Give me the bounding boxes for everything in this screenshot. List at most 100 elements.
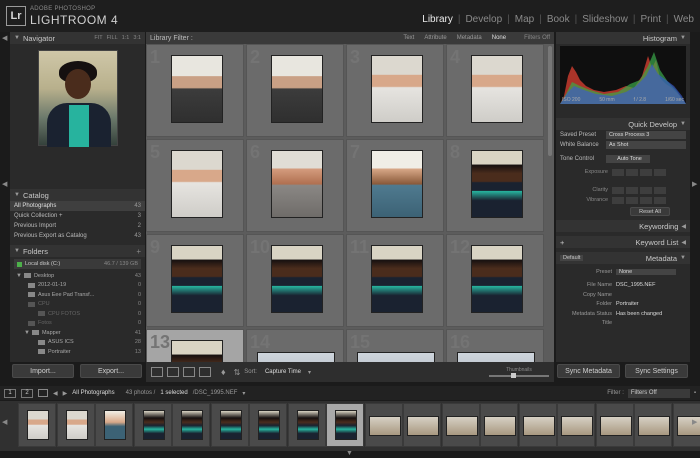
vibrance-buttons[interactable]	[612, 196, 666, 204]
filmstrip-thumbnail[interactable]	[480, 403, 518, 447]
filter-tab-metadata[interactable]: Metadata	[457, 35, 482, 41]
filmstrip-thumbnail[interactable]	[595, 403, 634, 447]
filter-tab-none[interactable]: None	[492, 35, 506, 41]
photo-thumbnail[interactable]	[171, 150, 223, 218]
back-arrow-icon[interactable]: ◀	[53, 390, 58, 397]
painter-spray-icon[interactable]: ♦	[221, 367, 226, 377]
module-map[interactable]: Map	[515, 14, 534, 25]
disk-local-c[interactable]: Local disk (C:) 46.7 / 139 GB	[14, 259, 141, 269]
folder-item[interactable]: Asus Eee Pad Transf... 0	[10, 290, 145, 300]
photo-thumbnail[interactable]	[371, 55, 423, 123]
module-library[interactable]: Library	[422, 14, 453, 25]
sort-dropdown[interactable]: Capture Time	[265, 369, 301, 375]
grid-cell[interactable]: 16	[446, 329, 544, 362]
white-balance-dropdown[interactable]: As Shot	[606, 141, 686, 149]
filter-tab-attribute[interactable]: Attribute	[424, 35, 446, 41]
filters-off-toggle[interactable]: Filters Off	[524, 35, 550, 41]
photo-thumbnail[interactable]	[457, 352, 535, 362]
folder-item[interactable]: ▼ Mapper 41	[10, 328, 145, 338]
grid-cell[interactable]: 8	[446, 139, 544, 232]
secondary-window-1-icon[interactable]: 1	[4, 388, 16, 398]
filmstrip-scroll-right-icon[interactable]: ▶	[692, 418, 697, 426]
filmstrip-thumbnail[interactable]	[557, 403, 595, 447]
filmstrip-thumbnail[interactable]	[95, 403, 133, 447]
filmstrip-thumbnail[interactable]	[634, 403, 672, 447]
exposure-buttons[interactable]	[612, 168, 666, 176]
grid-cell[interactable]: 15	[346, 329, 444, 362]
filmstrip-toggle-icon[interactable]: ▼	[346, 450, 353, 457]
metadata-header[interactable]: Default Metadata ▼	[556, 252, 690, 264]
metadata-value[interactable]: Portraiter	[616, 301, 639, 307]
folder-item[interactable]: ▼ Desktop 43	[10, 271, 145, 281]
photo-thumbnail[interactable]	[371, 245, 423, 313]
catalog-item-previous-import[interactable]: Previous Import 2	[10, 221, 145, 231]
filmstrip-thumbnail[interactable]	[287, 403, 326, 447]
filmstrip-thumbnail[interactable]	[56, 403, 95, 447]
filmstrip-chevron-icon[interactable]: ▾	[242, 390, 245, 397]
navigator-preview[interactable]	[37, 50, 118, 147]
slider-track[interactable]	[489, 373, 549, 378]
grid-cell[interactable]: 4	[446, 44, 544, 137]
filmstrip-thumbnail[interactable]	[133, 403, 172, 447]
folder-item[interactable]: CPU FOTOS 0	[10, 309, 145, 319]
grid-cell[interactable]: 13	[146, 329, 244, 362]
grid-cell[interactable]: 3	[346, 44, 444, 137]
histogram-header[interactable]: Histogram ▼	[556, 32, 690, 44]
saved-preset-dropdown[interactable]: Cross Process 3	[606, 131, 686, 139]
filmstrip-thumbnail[interactable]	[364, 403, 403, 447]
metadata-view-dropdown[interactable]: Default	[560, 255, 584, 261]
photo-thumbnail[interactable]	[271, 150, 323, 218]
grid-cell[interactable]: 5	[146, 139, 244, 232]
grid-cell[interactable]: 14	[246, 329, 344, 362]
grid-cell[interactable]: 1	[146, 44, 244, 137]
slider-knob[interactable]	[511, 373, 516, 378]
zoom-1-1[interactable]: 1:1	[122, 35, 130, 41]
folder-item[interactable]: Fotos 0	[10, 319, 145, 329]
left-panel-collapse-icon[interactable]: ◀	[2, 34, 7, 42]
module-book[interactable]: Book	[547, 14, 570, 25]
grid-cell[interactable]: 7	[346, 139, 444, 232]
module-web[interactable]: Web	[674, 14, 694, 25]
photo-thumbnail[interactable]	[257, 352, 335, 362]
grid-cell[interactable]: 11	[346, 234, 444, 327]
filmstrip-thumbnail[interactable]	[326, 403, 364, 447]
filter-toggle-icon[interactable]: ▪	[694, 390, 696, 396]
right-panel-toggle-icon[interactable]: ▶	[692, 180, 697, 188]
photo-thumbnail[interactable]	[371, 150, 423, 218]
sync-settings-button[interactable]: Sync Settings	[625, 364, 688, 378]
metadata-value[interactable]: DSC_1995.NEF	[616, 282, 655, 288]
filter-tab-text[interactable]: Text	[403, 35, 414, 41]
zoom-fit[interactable]: FIT	[94, 35, 102, 41]
catalog-item-previous-export[interactable]: Previous Export as Catalog 43	[10, 231, 145, 241]
survey-view-icon[interactable]	[199, 367, 211, 377]
photo-thumbnail[interactable]	[271, 245, 323, 313]
filmstrip-scroll-left-icon[interactable]: ◀	[2, 418, 7, 426]
zoom-fill[interactable]: FILL	[107, 35, 118, 41]
keywording-header[interactable]: Keywording ◀	[556, 220, 690, 232]
sort-chevron-icon[interactable]: ▾	[308, 369, 311, 376]
filmstrip-thumbnail[interactable]	[441, 403, 480, 447]
filmstrip-thumbnail[interactable]	[518, 403, 557, 447]
loupe-view-icon[interactable]	[167, 367, 179, 377]
photo-thumbnail[interactable]	[171, 245, 223, 313]
filmstrip-thumbnail[interactable]	[18, 403, 56, 447]
filmstrip-thumbnail[interactable]	[210, 403, 249, 447]
navigator-header[interactable]: ▼ Navigator FIT FILL 1:1 3:1	[10, 32, 145, 44]
grid-cell[interactable]: 6	[246, 139, 344, 232]
grid-scrollbar[interactable]	[548, 46, 552, 156]
grid-cell[interactable]: 9	[146, 234, 244, 327]
folder-item[interactable]: ASUS ICS 28	[10, 338, 145, 348]
left-panel-toggle-icon[interactable]: ◀	[2, 180, 7, 188]
quick-develop-header[interactable]: Quick Develop ▼	[556, 118, 690, 130]
catalog-item-all-photographs[interactable]: All Photographs 43	[10, 201, 145, 211]
filmstrip-thumbnail[interactable]	[403, 403, 441, 447]
filmstrip-thumbnail[interactable]	[249, 403, 287, 447]
photo-thumbnail[interactable]	[357, 352, 435, 362]
metadata-preset-dropdown[interactable]: None	[616, 268, 676, 275]
folders-header[interactable]: ▼ Folders +	[10, 245, 145, 257]
add-keyword-icon[interactable]: +	[560, 238, 564, 247]
photo-thumbnail[interactable]	[171, 55, 223, 123]
sort-direction-icon[interactable]: ⇅	[234, 368, 241, 377]
photo-thumbnail[interactable]	[471, 55, 523, 123]
photo-thumbnail[interactable]	[271, 55, 323, 123]
